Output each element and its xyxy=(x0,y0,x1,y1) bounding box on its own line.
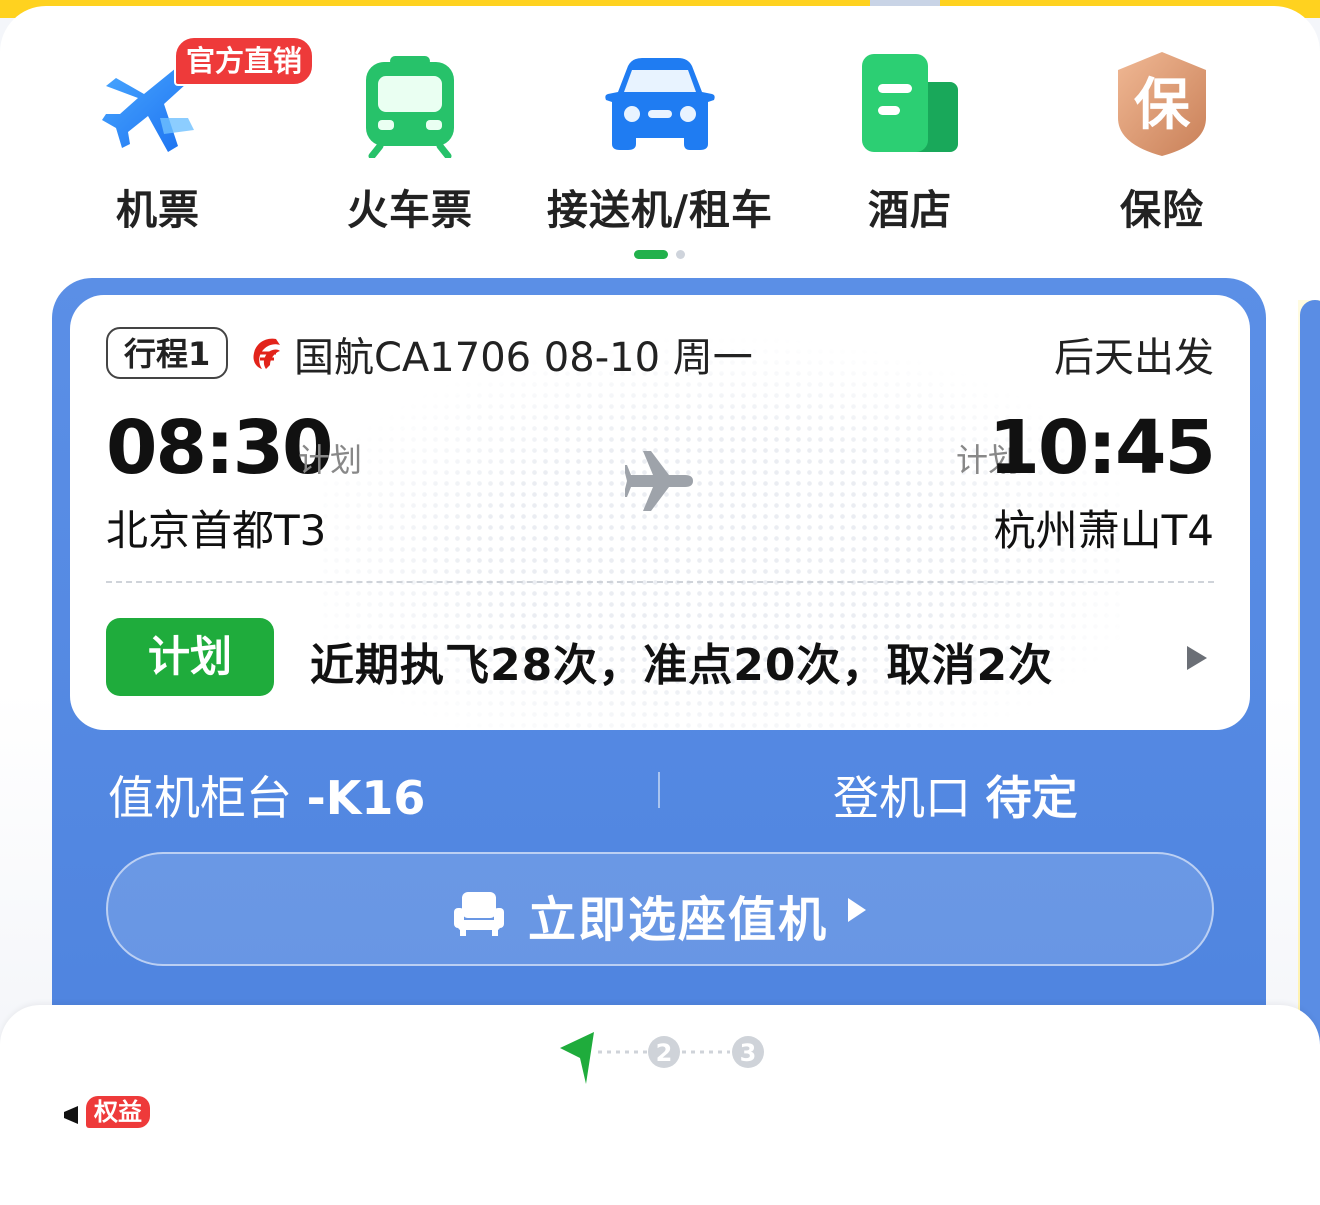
checkin-steps-progress: 2 3 xyxy=(560,1032,764,1084)
page-dot xyxy=(676,250,685,259)
trip-tag: 行程1 xyxy=(106,327,229,379)
flight-info-card[interactable]: 行程1 国航CA1706 08-10 周一 后天出发 08:30 计划 计划 1… xyxy=(70,295,1250,730)
flight-status-badge: 计划 xyxy=(106,618,274,696)
service-nav: 官方直销 机票 火车票 接送机/租车 酒店 保 保险 xyxy=(0,36,1320,240)
select-seat-checkin-button[interactable]: 立即选座值机 xyxy=(106,852,1214,966)
nav-label-car: 接送机/租车 xyxy=(547,186,773,234)
air-china-logo-icon xyxy=(253,338,280,369)
boarding-gate: 登机口 待定 xyxy=(833,762,1078,828)
checkin-button-label: 立即选座值机 xyxy=(528,892,829,948)
page-dot-active xyxy=(634,250,668,259)
punctuality-stats[interactable]: 近期执飞28次，准点20次，取消2次 xyxy=(310,629,1053,693)
insurance-icon: 保 xyxy=(1118,52,1206,156)
boarding-gate-label: 登机口 xyxy=(833,771,971,825)
flight-number-date: 国航CA1706 08-10 周一 xyxy=(294,335,753,381)
dashed-divider xyxy=(106,581,1214,583)
next-trip-card-peek[interactable] xyxy=(1300,300,1320,1060)
arrow-right-icon xyxy=(848,898,866,922)
checkin-counter-value: -K16 xyxy=(306,771,426,825)
nav-label-hotel: 酒店 xyxy=(868,186,952,234)
flight-direction-icon xyxy=(625,451,693,511)
svg-text:2: 2 xyxy=(656,1039,673,1067)
nav-item-train[interactable]: 火车票 xyxy=(280,40,540,240)
train-icon xyxy=(366,56,454,158)
arrival-time: 10:45 xyxy=(988,405,1216,491)
info-separator xyxy=(658,772,660,808)
nav-label-flights: 机票 xyxy=(116,186,200,234)
nav-item-car[interactable]: 接送机/租车 xyxy=(530,40,790,240)
car-icon xyxy=(605,58,715,150)
departure-plan-label: 计划 xyxy=(298,441,363,479)
nav-label-insurance: 保险 xyxy=(1120,186,1204,234)
navigation-arrow-icon xyxy=(560,1032,594,1084)
seat-icon xyxy=(454,892,504,936)
nav-label-train: 火车票 xyxy=(347,186,473,234)
nav-item-hotel[interactable]: 酒店 xyxy=(780,40,1040,240)
svg-text:保: 保 xyxy=(1134,73,1191,138)
boarding-gate-value: 待定 xyxy=(985,771,1078,825)
nav-item-insurance[interactable]: 保 保险 xyxy=(1032,40,1292,240)
departure-countdown: 后天出发 xyxy=(1054,335,1214,381)
nav-item-flights[interactable]: 官方直销 机票 xyxy=(28,36,315,240)
checkin-counter: 值机柜台 -K16 xyxy=(108,762,425,828)
hotel-icon xyxy=(862,54,958,152)
arrival-airport: 杭州萧山T4 xyxy=(993,506,1214,555)
checkin-counter-label: 值机柜台 xyxy=(108,771,292,825)
rights-badge: 权益 xyxy=(86,1096,150,1128)
departure-airport: 北京首都T3 xyxy=(106,506,327,555)
svg-text:3: 3 xyxy=(740,1039,757,1067)
chevron-right-icon[interactable] xyxy=(1184,643,1210,673)
